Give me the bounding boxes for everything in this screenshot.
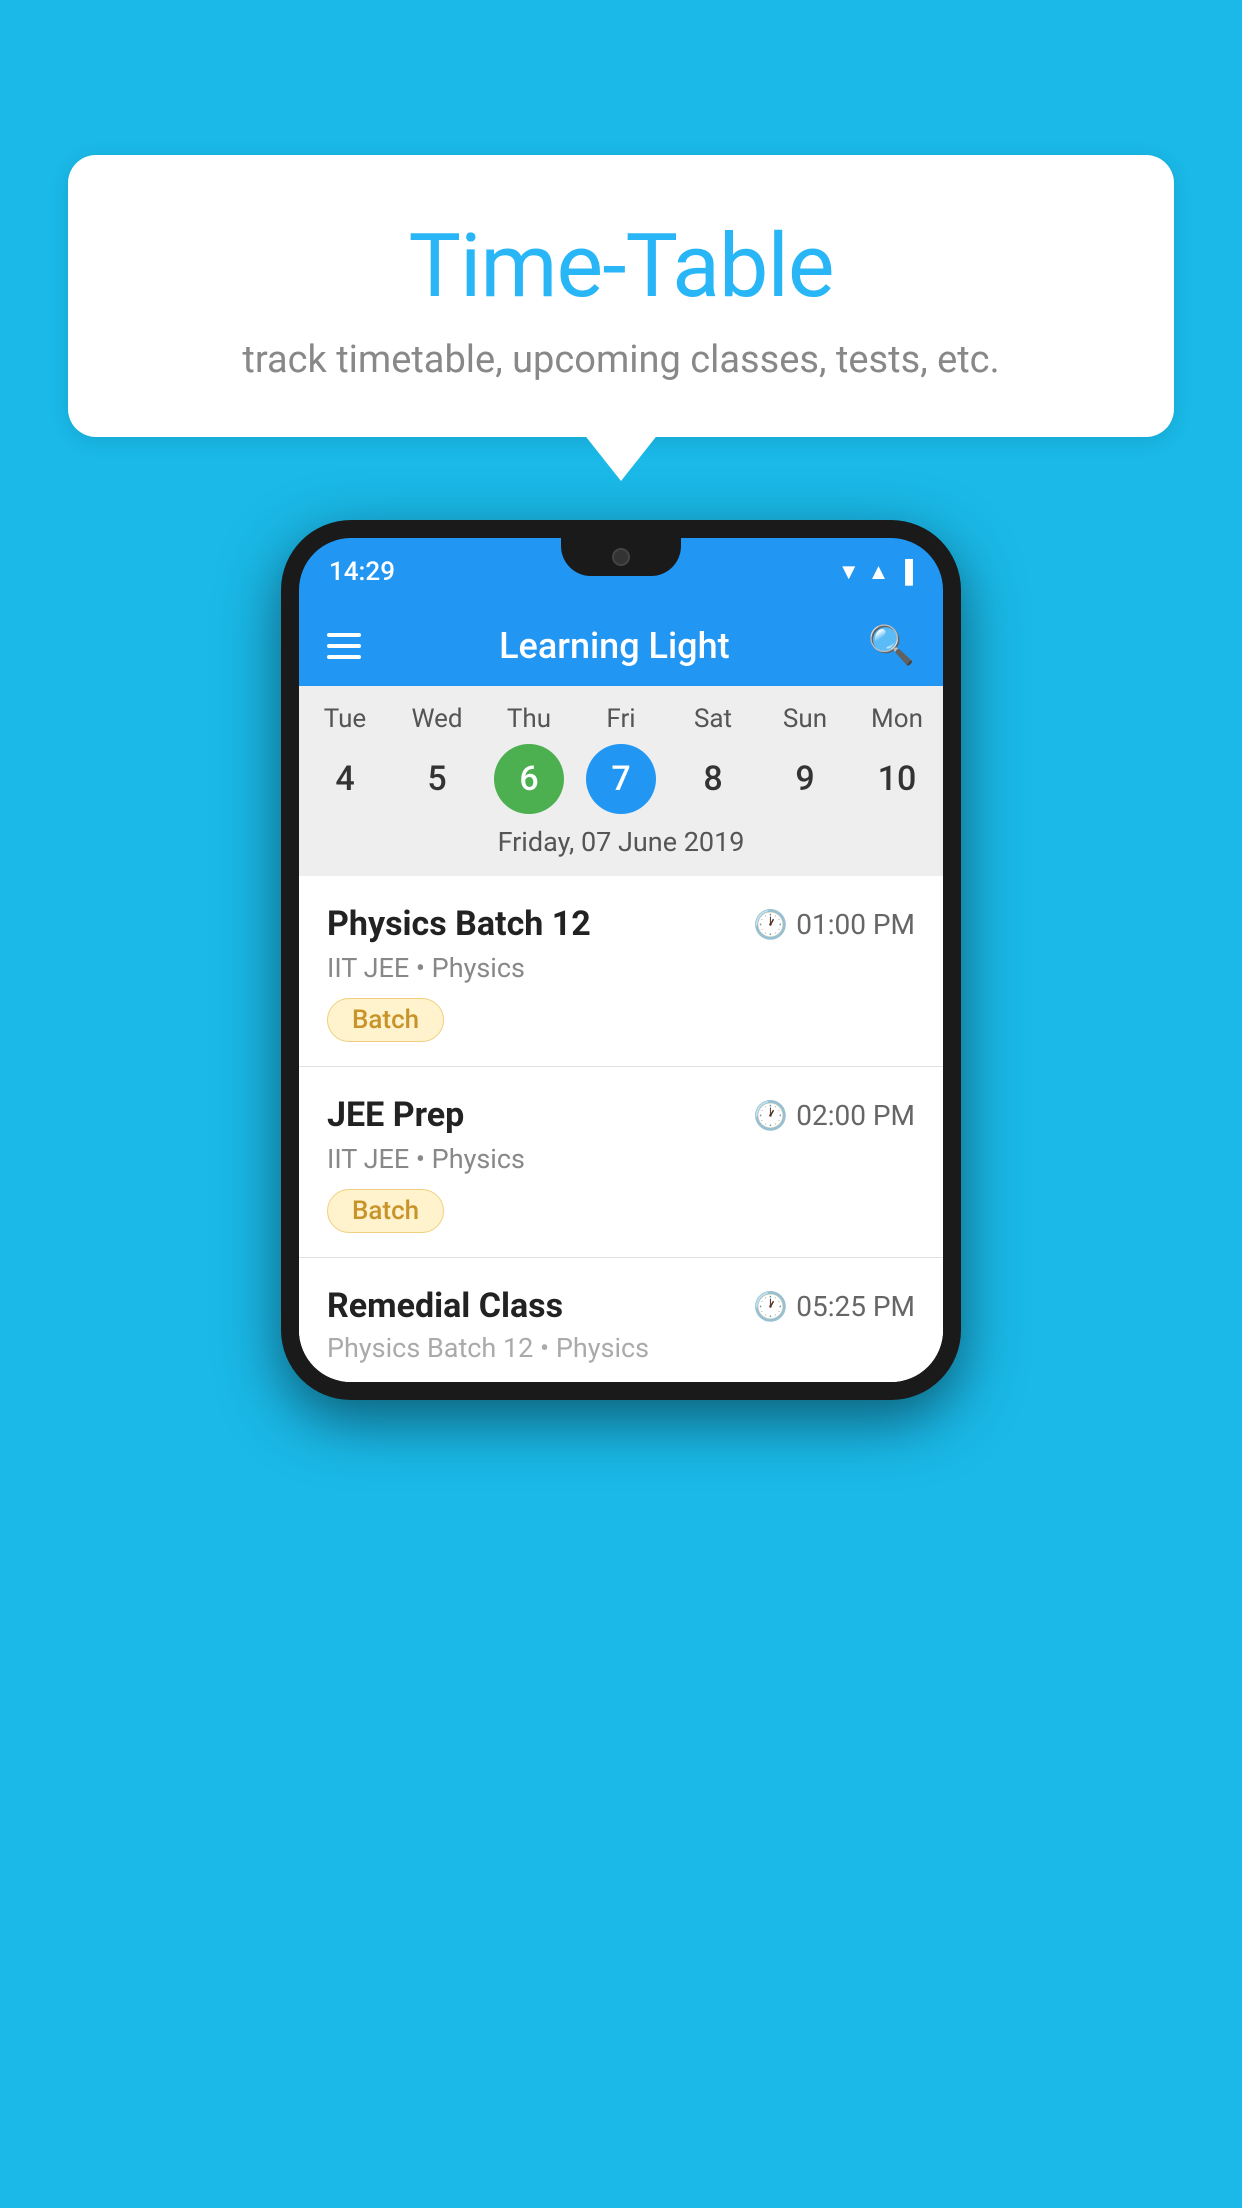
day-name-fri: Fri — [581, 704, 661, 734]
day-8[interactable]: 8 — [678, 744, 748, 814]
batch-tag-2: Batch — [327, 1189, 444, 1233]
camera — [612, 548, 630, 566]
wifi-icon: ▼ — [838, 559, 860, 585]
clock-icon-2: 🕐 — [753, 1099, 788, 1132]
schedule-item-3-time: 🕐 05:25 PM — [753, 1290, 915, 1323]
day-name-sat: Sat — [673, 704, 753, 734]
schedule-item-2-subtitle: IIT JEE • Physics — [327, 1143, 915, 1175]
schedule-item-1[interactable]: Physics Batch 12 🕐 01:00 PM IIT JEE • Ph… — [299, 876, 943, 1067]
signal-icon: ▲ — [868, 559, 890, 585]
app-header: Learning Light 🔍 — [299, 606, 943, 686]
day-name-sun: Sun — [765, 704, 845, 734]
day-name-tue: Tue — [305, 704, 385, 734]
app-title: Learning Light — [499, 625, 729, 667]
notch — [561, 538, 681, 576]
day-name-mon: Mon — [857, 704, 937, 734]
day-names-row: Tue Wed Thu Fri Sat Sun Mon — [299, 704, 943, 734]
schedule-item-1-subtitle: IIT JEE • Physics — [327, 952, 915, 984]
day-7-selected[interactable]: 7 — [586, 744, 656, 814]
day-name-thu: Thu — [489, 704, 569, 734]
day-6-today[interactable]: 6 — [494, 744, 564, 814]
schedule-item-1-header: Physics Batch 12 🕐 01:00 PM — [327, 904, 915, 944]
speech-bubble-section: Time-Table track timetable, upcoming cla… — [68, 155, 1174, 437]
schedule-item-2-title: JEE Prep — [327, 1095, 464, 1135]
day-numbers-row: 4 5 6 7 8 9 10 — [299, 744, 943, 814]
schedule-item-3-title: Remedial Class — [327, 1286, 563, 1326]
status-icons: ▼ ▲ ▐ — [838, 559, 913, 585]
day-5[interactable]: 5 — [402, 744, 472, 814]
search-button[interactable]: 🔍 — [868, 624, 915, 668]
bubble-title: Time-Table — [108, 215, 1134, 318]
selected-date-label: Friday, 07 June 2019 — [299, 826, 943, 868]
calendar-strip: Tue Wed Thu Fri Sat Sun Mon 4 5 6 7 8 9 … — [299, 686, 943, 876]
bubble-subtitle: track timetable, upcoming classes, tests… — [108, 338, 1134, 382]
schedule-item-2[interactable]: JEE Prep 🕐 02:00 PM IIT JEE • Physics Ba… — [299, 1067, 943, 1258]
phone-mockup: 14:29 ▼ ▲ ▐ Learning Light 🔍 — [281, 520, 961, 1400]
battery-icon: ▐ — [897, 559, 913, 585]
speech-bubble: Time-Table track timetable, upcoming cla… — [68, 155, 1174, 437]
schedule-item-2-header: JEE Prep 🕐 02:00 PM — [327, 1095, 915, 1135]
day-name-wed: Wed — [397, 704, 477, 734]
schedule-item-1-time: 🕐 01:00 PM — [753, 908, 915, 941]
schedule-item-2-time: 🕐 02:00 PM — [753, 1099, 915, 1132]
clock-icon-3: 🕐 — [753, 1290, 788, 1323]
schedule-item-1-title: Physics Batch 12 — [327, 904, 591, 944]
phone-frame: 14:29 ▼ ▲ ▐ Learning Light 🔍 — [281, 520, 961, 1400]
schedule-list: Physics Batch 12 🕐 01:00 PM IIT JEE • Ph… — [299, 876, 943, 1382]
status-time: 14:29 — [329, 557, 395, 587]
day-10[interactable]: 10 — [862, 744, 932, 814]
status-bar: 14:29 ▼ ▲ ▐ — [299, 538, 943, 606]
day-4[interactable]: 4 — [310, 744, 380, 814]
phone-screen: Learning Light 🔍 Tue Wed Thu Fri Sat Sun… — [299, 606, 943, 1382]
schedule-item-3-subtitle: Physics Batch 12 • Physics — [327, 1332, 915, 1364]
schedule-item-3[interactable]: Remedial Class 🕐 05:25 PM Physics Batch … — [299, 1258, 943, 1382]
day-9[interactable]: 9 — [770, 744, 840, 814]
batch-tag-1: Batch — [327, 998, 444, 1042]
hamburger-menu-button[interactable] — [327, 633, 361, 659]
clock-icon-1: 🕐 — [753, 908, 788, 941]
schedule-item-3-header: Remedial Class 🕐 05:25 PM — [327, 1286, 915, 1326]
